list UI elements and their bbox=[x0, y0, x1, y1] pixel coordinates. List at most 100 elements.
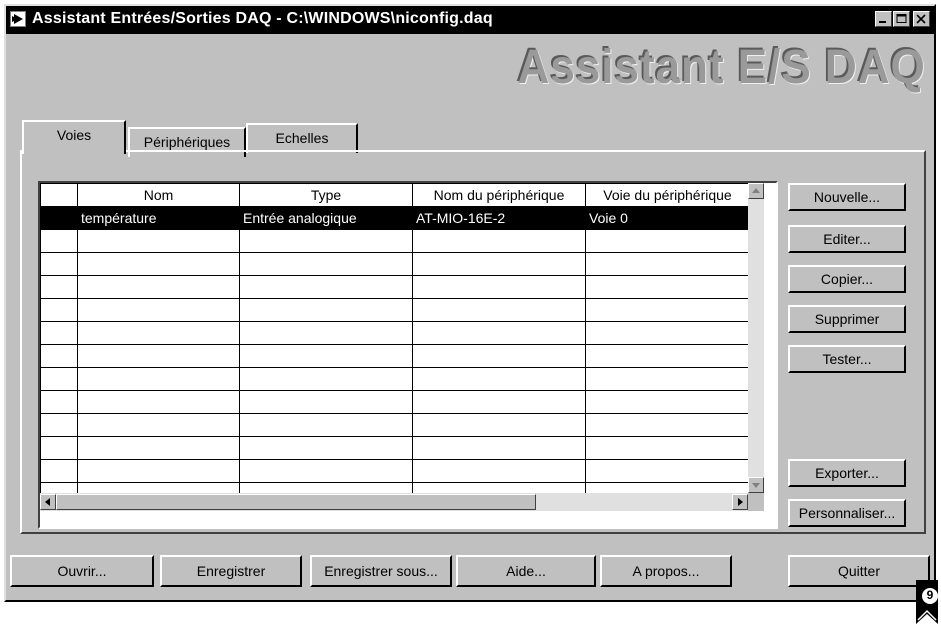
table-cell[interactable] bbox=[239, 413, 413, 437]
table-cell[interactable] bbox=[239, 367, 413, 391]
table-cell[interactable] bbox=[412, 298, 586, 322]
table-cell[interactable] bbox=[77, 459, 240, 483]
row-header[interactable] bbox=[40, 229, 78, 253]
cell-device-name[interactable]: AT-MIO-16E-2 bbox=[412, 206, 586, 230]
row-header[interactable] bbox=[40, 390, 78, 414]
scroll-up-button[interactable] bbox=[748, 183, 764, 199]
quit-button[interactable]: Quitter bbox=[788, 555, 930, 587]
row-header[interactable] bbox=[40, 321, 78, 345]
table-cell[interactable] bbox=[77, 298, 240, 322]
table-cell[interactable] bbox=[585, 252, 750, 276]
table-cell[interactable] bbox=[585, 367, 750, 391]
table-cell[interactable] bbox=[585, 459, 750, 483]
table-cell[interactable] bbox=[239, 229, 413, 253]
table-cell[interactable] bbox=[412, 321, 586, 345]
table-cell[interactable] bbox=[77, 275, 240, 299]
row-header[interactable] bbox=[40, 413, 78, 437]
table-cell[interactable] bbox=[585, 413, 750, 437]
table-row[interactable] bbox=[40, 413, 750, 437]
row-header[interactable] bbox=[40, 344, 78, 368]
table-row[interactable] bbox=[40, 367, 750, 391]
table-row[interactable] bbox=[40, 459, 750, 483]
column-header-device-name[interactable]: Nom du périphérique bbox=[412, 183, 586, 207]
copy-channel-button[interactable]: Copier... bbox=[788, 265, 906, 293]
table-cell[interactable] bbox=[77, 413, 240, 437]
table-row[interactable] bbox=[40, 275, 750, 299]
row-header[interactable] bbox=[40, 275, 78, 299]
cell-type[interactable]: Entrée analogique bbox=[239, 206, 413, 230]
vertical-scrollbar[interactable] bbox=[748, 183, 764, 493]
table-cell[interactable] bbox=[77, 229, 240, 253]
column-header-type[interactable]: Type bbox=[239, 183, 413, 207]
table-cell[interactable] bbox=[239, 298, 413, 322]
table-cell[interactable] bbox=[412, 413, 586, 437]
table-cell[interactable] bbox=[239, 344, 413, 368]
test-channel-button[interactable]: Tester... bbox=[788, 345, 906, 373]
new-channel-button[interactable]: Nouvelle... bbox=[788, 183, 906, 211]
column-header-nom[interactable]: Nom bbox=[77, 183, 240, 207]
table-cell[interactable] bbox=[77, 321, 240, 345]
table-row[interactable] bbox=[40, 390, 750, 414]
table-cell[interactable] bbox=[585, 344, 750, 368]
horizontal-scroll-thumb[interactable] bbox=[56, 494, 536, 510]
row-header[interactable] bbox=[40, 459, 78, 483]
table-row[interactable] bbox=[40, 344, 750, 368]
horizontal-scrollbar[interactable] bbox=[40, 493, 748, 511]
table-cell[interactable] bbox=[239, 459, 413, 483]
scroll-right-button[interactable] bbox=[732, 494, 748, 510]
minimize-icon[interactable] bbox=[875, 11, 892, 27]
table-row[interactable] bbox=[40, 298, 750, 322]
row-header[interactable] bbox=[40, 206, 78, 230]
table-cell[interactable] bbox=[412, 436, 586, 460]
table-cell[interactable] bbox=[412, 229, 586, 253]
table-cell[interactable] bbox=[412, 344, 586, 368]
table-cell[interactable] bbox=[412, 275, 586, 299]
table-cell[interactable] bbox=[585, 298, 750, 322]
table-cell[interactable] bbox=[585, 275, 750, 299]
title-bar[interactable]: Assistant Entrées/Sorties DAQ - C:\WINDO… bbox=[6, 6, 934, 34]
row-header[interactable] bbox=[40, 252, 78, 276]
column-header-device-channel[interactable]: Voie du périphérique bbox=[585, 183, 750, 207]
table-cell[interactable] bbox=[239, 275, 413, 299]
channels-table[interactable]: Nom Type Nom du périphérique Voie du pér… bbox=[38, 181, 778, 529]
table-cell[interactable] bbox=[585, 436, 750, 460]
table-row[interactable] bbox=[40, 229, 750, 253]
edit-channel-button[interactable]: Editer... bbox=[788, 225, 906, 253]
row-header[interactable] bbox=[40, 298, 78, 322]
about-button[interactable]: A propos... bbox=[600, 555, 732, 587]
cell-name[interactable]: température bbox=[77, 206, 240, 230]
run-arrow-icon[interactable] bbox=[10, 11, 26, 27]
table-cell[interactable] bbox=[239, 252, 413, 276]
table-cell[interactable] bbox=[412, 390, 586, 414]
table-row[interactable] bbox=[40, 436, 750, 460]
table-cell[interactable] bbox=[239, 390, 413, 414]
table-row[interactable] bbox=[40, 252, 750, 276]
tab-voies[interactable]: Voies bbox=[22, 120, 126, 154]
close-icon[interactable] bbox=[913, 11, 930, 27]
export-button[interactable]: Exporter... bbox=[788, 459, 906, 487]
row-header[interactable] bbox=[40, 367, 78, 391]
delete-channel-button[interactable]: Supprimer bbox=[788, 305, 906, 333]
table-cell[interactable] bbox=[412, 367, 586, 391]
maximize-icon[interactable] bbox=[893, 11, 910, 27]
table-cell[interactable] bbox=[585, 229, 750, 253]
table-row[interactable] bbox=[40, 321, 750, 345]
table-cell[interactable] bbox=[412, 459, 586, 483]
table-cell[interactable] bbox=[412, 252, 586, 276]
table-cell[interactable] bbox=[239, 321, 413, 345]
tab-echelles[interactable]: Echelles bbox=[246, 123, 358, 153]
table-cell[interactable] bbox=[585, 390, 750, 414]
table-cell[interactable] bbox=[77, 252, 240, 276]
row-header[interactable] bbox=[40, 436, 78, 460]
table-cell[interactable] bbox=[77, 367, 240, 391]
customize-button[interactable]: Personnaliser... bbox=[788, 499, 906, 527]
help-button[interactable]: Aide... bbox=[456, 555, 596, 587]
table-cell[interactable] bbox=[77, 436, 240, 460]
scroll-left-button[interactable] bbox=[40, 494, 56, 510]
scroll-down-button[interactable] bbox=[748, 477, 764, 493]
table-cell[interactable] bbox=[77, 390, 240, 414]
table-cell[interactable] bbox=[77, 344, 240, 368]
table-cell[interactable] bbox=[239, 436, 413, 460]
table-row[interactable]: température Entrée analogique AT-MIO-16E… bbox=[40, 206, 750, 230]
open-button[interactable]: Ouvrir... bbox=[10, 555, 154, 587]
